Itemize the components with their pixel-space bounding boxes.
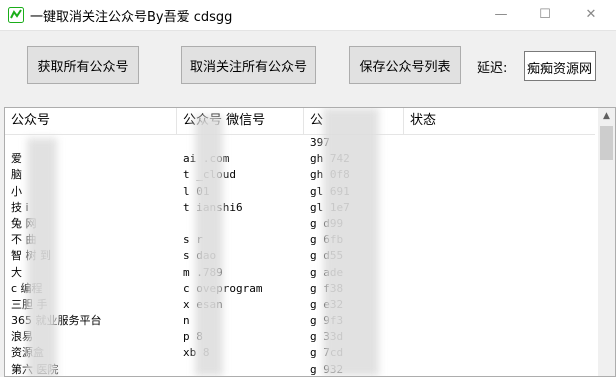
- list-item[interactable]: 技 it ianshi6gl 1e7: [5, 200, 595, 216]
- unfollow-all-button[interactable]: 取消关注所有公众号: [181, 46, 316, 84]
- list-item[interactable]: 浪易p 8g 33d: [5, 329, 595, 345]
- list-item[interactable]: 小l 01gl 691: [5, 184, 595, 200]
- list-item[interactable]: 智 树 到s daog d55: [5, 248, 595, 264]
- maximize-button[interactable]: ☐: [522, 0, 568, 30]
- toolbar: 获取所有公众号 取消关注所有公众号 保存公众号列表 延迟: 痴痴资源网: [0, 31, 616, 106]
- list-item[interactable]: 大m .789g ade: [5, 265, 595, 281]
- privacy-blur: [323, 108, 379, 376]
- list-item[interactable]: 第六 医院g 932: [5, 362, 595, 376]
- list-item[interactable]: 资源盒xb 8g 7cd: [5, 345, 595, 361]
- list-header: 公众号 公众号 微信号 公 状态: [5, 108, 595, 135]
- list-item[interactable]: c 编程c oveprogramg f38: [5, 281, 595, 297]
- account-list[interactable]: 公众号 公众号 微信号 公 状态 397爱ai .comgh 742脑t _cl…: [4, 107, 616, 377]
- list-item[interactable]: 爱ai .comgh 742: [5, 151, 595, 167]
- fetch-all-button[interactable]: 获取所有公众号: [27, 46, 139, 84]
- app-icon: [8, 7, 24, 23]
- delay-input[interactable]: 痴痴资源网: [524, 51, 596, 81]
- vertical-scrollbar[interactable]: ▲: [598, 108, 615, 376]
- list-item[interactable]: 兔 网g d99: [5, 216, 595, 232]
- list-item[interactable]: 365 就业服务平台ng 9f3: [5, 313, 595, 329]
- list-item[interactable]: 脑t _cloudgh 0f8: [5, 167, 595, 183]
- delay-label: 延迟:: [477, 61, 508, 76]
- column-header-status[interactable]: 状态: [404, 108, 464, 134]
- save-list-button[interactable]: 保存公众号列表: [349, 46, 461, 84]
- list-item[interactable]: 不 曲s rg 6fb: [5, 232, 595, 248]
- scrollbar-thumb[interactable]: [600, 126, 613, 160]
- privacy-blur: [195, 116, 223, 376]
- list-rows: 397爱ai .comgh 742脑t _cloudgh 0f8小l 01gl …: [5, 135, 595, 376]
- window-title: 一键取消关注公众号By吾爱 cdsgg: [30, 10, 233, 25]
- privacy-blur: [27, 138, 57, 376]
- title-bar[interactable]: 一键取消关注公众号By吾爱 cdsgg — ☐ ✕: [0, 0, 616, 31]
- column-header-name[interactable]: 公众号: [5, 108, 177, 134]
- list-item[interactable]: 三胆 手x esang e32: [5, 297, 595, 313]
- minimize-button[interactable]: —: [478, 0, 524, 30]
- close-button[interactable]: ✕: [568, 0, 614, 30]
- list-item[interactable]: 397: [5, 135, 595, 151]
- scroll-up-arrow-icon[interactable]: ▲: [598, 108, 615, 125]
